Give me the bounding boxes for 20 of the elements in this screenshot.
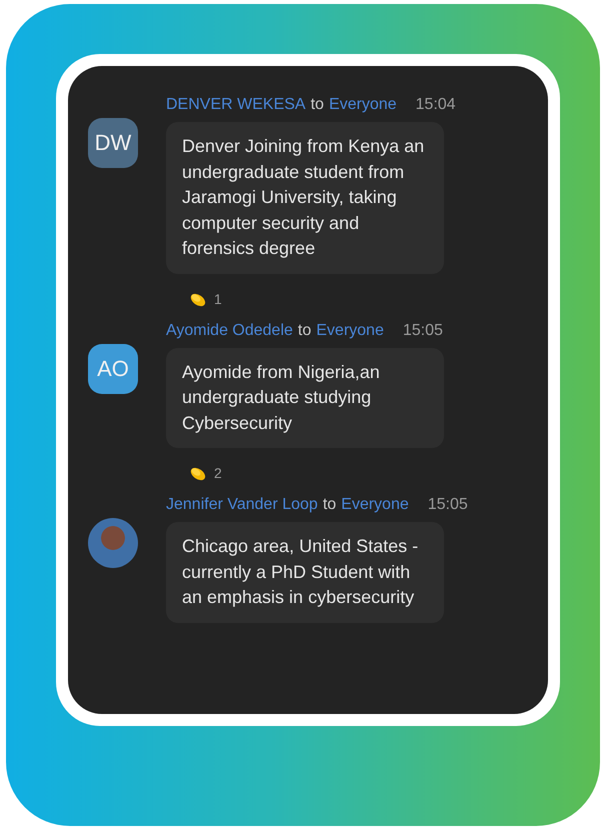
message-time: 15:04	[416, 96, 456, 114]
to-label: to	[322, 496, 336, 514]
message-time: 15:05	[428, 496, 468, 514]
message-time: 15:05	[402, 322, 443, 340]
recipient-name: Everyone	[341, 496, 409, 514]
sender-name: Jennifer Vander Loop	[166, 496, 318, 514]
message-bubble: Denver Joining from Kenya an undergraduate student from Jaramogi University, taking computer security and forensics degree	[166, 122, 444, 274]
sender-name: DENVER WEKESA	[166, 96, 306, 114]
reaction-count: 2	[214, 465, 222, 481]
to-label: to	[298, 322, 312, 340]
message-bubble: Chicago area, United States - currently a PhD Student with an emphasis in cybersecurity	[166, 522, 444, 622]
sender-name: Ayomide Odedele	[166, 322, 293, 340]
recipient-name: Everyone	[316, 322, 384, 340]
message-bubble: Ayomide from Nigeria,an undergraduate studying Cybersecurity	[166, 348, 444, 448]
to-label: to	[310, 96, 324, 114]
avatar: AO	[88, 344, 138, 394]
avatar-photo-placeholder	[88, 518, 138, 568]
recipient-name: Everyone	[328, 96, 397, 114]
avatar: DW	[88, 118, 138, 168]
reaction-count: 1	[214, 290, 222, 306]
